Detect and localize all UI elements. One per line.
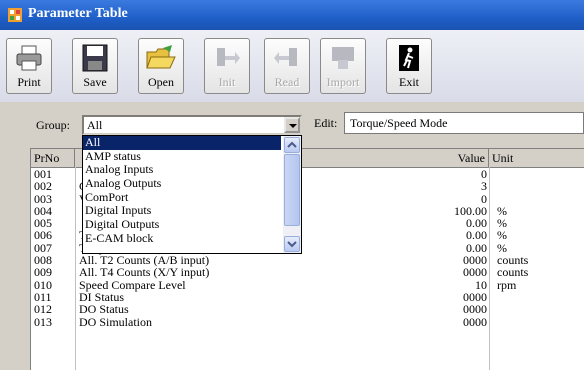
cell-no: 009 <box>34 265 52 280</box>
dropdown-option[interactable]: All <box>83 135 281 150</box>
cell-no: 012 <box>34 302 52 317</box>
dropdown-option[interactable]: Analog Inputs <box>83 163 281 177</box>
cell-no: 013 <box>34 314 52 329</box>
cell-value[interactable]: 0 <box>391 168 487 181</box>
dropdown-option[interactable]: Analog Outputs <box>83 176 281 191</box>
cell-name: All. T4 Counts (X/Y input) <box>79 265 210 280</box>
table-row[interactable]: 013 DO Simulation 0000 <box>31 314 584 329</box>
edit-label: Edit: <box>314 116 338 130</box>
toolbar: Print Save Open Init Read Import Exit <box>0 30 584 102</box>
table-row[interactable]: 012 DO Status 0000 <box>31 302 584 317</box>
cell-no: 006 <box>34 228 52 243</box>
dropdown-option[interactable]: ComPort <box>83 190 281 205</box>
app-icon <box>8 8 22 22</box>
title-bar: Parameter Table <box>0 0 584 30</box>
group-label: Group: <box>36 118 70 132</box>
cell-name: DO Status <box>79 302 129 317</box>
dropdown-option[interactable]: Digital Inputs <box>83 204 281 218</box>
header-value[interactable]: Value <box>389 149 489 167</box>
floppy-disk-icon <box>82 44 108 72</box>
read-button[interactable]: Read <box>264 38 310 94</box>
dropdown-option[interactable]: AMP status <box>83 149 281 164</box>
cell-unit: % <box>497 228 507 243</box>
open-button[interactable]: Open <box>138 38 184 94</box>
init-arrow-icon <box>217 48 240 66</box>
import-icon <box>332 47 354 69</box>
read-arrow-icon <box>274 48 297 66</box>
table-row[interactable]: 009 All. T4 Counts (X/Y input) 0000 counts <box>31 265 584 280</box>
dropdown-items: All AMP status Analog Inputs Analog Outputs… <box>83 135 281 246</box>
cell-unit: counts <box>497 265 529 280</box>
group-select[interactable]: All <box>82 115 302 135</box>
save-button[interactable]: Save <box>72 38 118 94</box>
header-prno[interactable]: PrNo <box>31 149 75 167</box>
group-select-value: All <box>87 118 103 132</box>
init-button[interactable]: Init <box>204 38 250 94</box>
cell-value[interactable]: 0.00 <box>391 229 487 242</box>
cell-no: 002 <box>34 179 52 194</box>
dropdown-option[interactable]: E-CAM block <box>83 231 281 246</box>
header-unit[interactable]: Unit <box>489 149 584 167</box>
dropdown-option[interactable]: Digital Outputs <box>83 217 281 232</box>
scroll-thumb[interactable] <box>284 154 300 226</box>
import-button[interactable]: Import <box>320 38 366 94</box>
chevron-down-icon[interactable] <box>284 117 300 133</box>
window-title: Parameter Table <box>28 6 128 21</box>
cell-value[interactable]: 3 <box>391 180 487 193</box>
printer-icon <box>16 45 42 71</box>
edit-field[interactable]: Torque/Speed Mode <box>344 112 584 134</box>
exit-door-icon <box>399 45 419 71</box>
edit-field-value: Torque/Speed Mode <box>350 116 448 130</box>
folder-open-icon <box>146 45 176 69</box>
cell-unit: rpm <box>497 277 517 292</box>
scroll-up-icon[interactable] <box>284 137 300 153</box>
scroll-down-icon[interactable] <box>284 236 300 252</box>
cell-value[interactable]: 0000 <box>391 315 487 328</box>
cell-name: DO Simulation <box>79 314 153 329</box>
group-dropdown-list[interactable]: All AMP status Analog Inputs Analog Outputs… <box>82 135 302 254</box>
exit-button[interactable]: Exit <box>386 38 432 94</box>
cell-value[interactable]: 0000 <box>391 266 487 279</box>
dropdown-scrollbar[interactable] <box>283 136 301 253</box>
print-button[interactable]: Print <box>6 38 52 94</box>
cell-value[interactable]: 0000 <box>391 303 487 316</box>
